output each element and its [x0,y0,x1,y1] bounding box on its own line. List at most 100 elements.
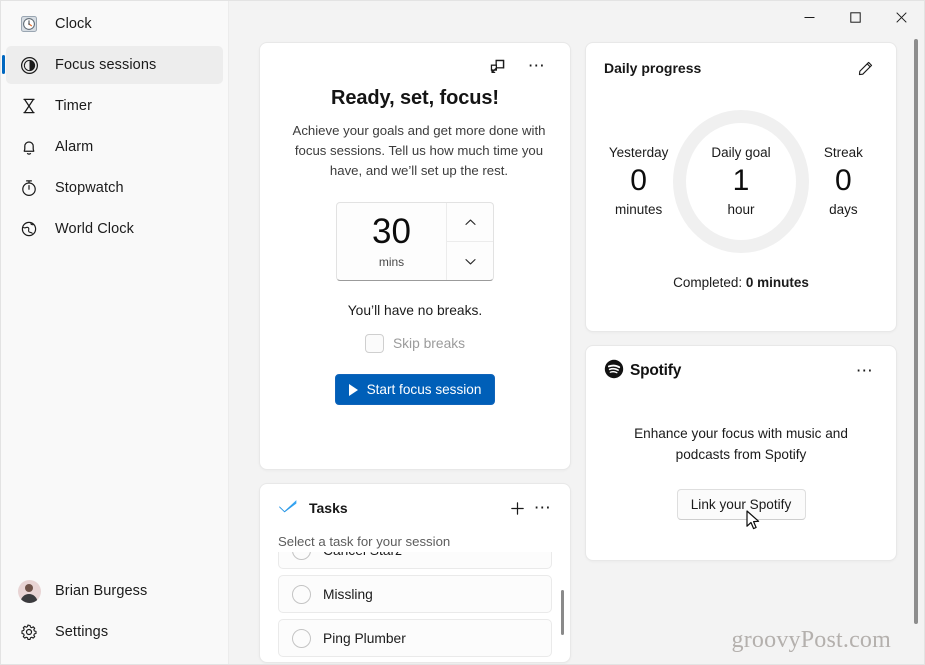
breaks-status-text: You’ll have no breaks. [347,303,483,318]
task-label: Missling [323,586,373,602]
list-item[interactable]: Cancel Starz [278,552,552,569]
sidebar-item-label: Clock [55,16,92,32]
sidebar-item-stopwatch[interactable]: Stopwatch [6,169,223,207]
daily-goal-label: Daily goal [711,145,771,160]
mini-view-icon[interactable] [484,53,510,79]
sidebar-item-focus-sessions[interactable]: Focus sessions [2,46,223,84]
list-item[interactable]: Missling [278,575,552,613]
progress-card-header: Daily progress [604,56,878,80]
sidebar-item-settings[interactable]: Settings [6,613,223,651]
account-name-label: Brian Burgess [55,583,148,599]
skip-breaks-row[interactable]: Skip breaks [280,334,550,353]
duration-stepper-buttons [446,203,493,280]
daily-goal-unit: hour [727,202,755,217]
window-controls [786,1,924,33]
progress-card-title: Daily progress [604,60,702,76]
task-label: Ping Plumber [323,630,406,646]
navigation-sidebar: Clock Focus sessions Timer Alarm Stopwat… [1,1,229,664]
hourglass-icon [18,95,40,117]
daily-goal-ring: Daily goal 1 hour [673,109,809,253]
sidebar-item-label: World Clock [55,221,134,237]
pencil-edit-icon[interactable] [852,55,878,81]
sidebar-nav-list: Clock Focus sessions Timer Alarm Stopwat… [1,5,228,251]
right-column: Daily progress Yesterday 0 minutes Daily… [585,42,897,561]
spotify-logo-icon [604,359,624,384]
list-item[interactable]: Ping Plumber [278,619,552,657]
sidebar-item-timer[interactable]: Timer [6,87,223,125]
duration-unit: mins [378,255,405,269]
tasks-card: Tasks ⋯ Select a task for your session M… [259,483,571,663]
yesterday-label: Yesterday [608,145,669,160]
close-button[interactable] [878,1,924,33]
watermark: groovyPost.com [731,627,891,653]
task-radio-icon[interactable] [292,552,311,560]
sidebar-item-label: Alarm [55,139,94,155]
chevron-down-icon[interactable] [447,242,493,280]
streak-label: Streak [823,145,863,160]
plus-icon[interactable] [504,495,530,521]
task-radio-icon[interactable] [292,628,311,648]
spotify-card-header: Spotify ⋯ [604,359,878,383]
focus-card-description: Achieve your goals and get more done wit… [292,123,546,178]
bell-icon [18,136,40,158]
yesterday-stat: Yesterday 0 minutes [604,145,673,217]
progress-stats-row: Yesterday 0 minutes Daily goal 1 hour St… [604,106,878,256]
tasks-list-scrollbar[interactable] [561,590,564,635]
tasks-subtitle: Select a task for your session [278,534,451,549]
tasks-list[interactable]: Cancel Starz Missling Ping Plumber [260,552,570,662]
streak-value: 0 [835,164,852,197]
more-options-icon[interactable]: ⋯ [852,358,878,384]
yesterday-unit: minutes [614,202,663,217]
chevron-up-icon[interactable] [447,203,493,242]
sidebar-item-label: Settings [55,624,109,640]
start-focus-session-button[interactable]: Start focus session [335,374,495,405]
tasks-card-title: Tasks [309,500,348,516]
sidebar-item-clock[interactable]: Clock [6,5,223,43]
more-options-icon[interactable]: ⋯ [530,495,556,521]
focus-sessions-icon [18,54,40,76]
spotify-description: Enhance your focus with music and podcas… [634,426,848,462]
task-radio-icon[interactable] [292,584,311,604]
daily-goal-value: 1 [732,164,750,197]
streak-stat: Streak 0 days [809,145,878,217]
more-options-icon[interactable]: ⋯ [524,53,550,79]
yesterday-value: 0 [630,164,647,197]
duration-value: 30 [372,212,411,251]
gear-icon [18,621,40,643]
skip-breaks-checkbox[interactable] [364,334,384,353]
spotify-wordmark: Spotify [630,362,682,379]
minimize-button[interactable] [786,1,832,33]
play-icon [348,383,358,396]
page-scrollbar[interactable] [914,39,918,624]
link-spotify-button[interactable]: Link your Spotify [676,489,806,520]
task-label: Cancel Starz [323,552,402,558]
duration-stepper[interactable]: 30 mins [336,202,494,281]
sidebar-item-account[interactable]: Brian Burgess [6,572,223,610]
spotify-brand: Spotify [604,359,681,384]
sidebar-item-label: Stopwatch [55,180,124,196]
maximize-button[interactable] [832,1,878,33]
daily-progress-card: Daily progress Yesterday 0 minutes Daily… [585,42,897,332]
todo-check-icon [278,498,298,519]
spotify-card: Spotify ⋯ Enhance your focus with music … [585,345,897,561]
focus-session-card: ⋯ Ready, set, focus! Achieve your goals … [259,42,571,470]
main-content-area: ⋯ Ready, set, focus! Achieve your goals … [229,1,924,664]
tasks-card-header: Tasks ⋯ [260,495,570,521]
sidebar-item-label: Timer [55,98,93,114]
skip-breaks-label: Skip breaks [392,336,466,351]
completed-value: 0 minutes [745,275,809,290]
focus-card-actions: ⋯ [280,53,550,79]
cards-grid: ⋯ Ready, set, focus! Achieve your goals … [259,42,897,663]
focus-card-title: Ready, set, focus! [331,87,499,109]
sidebar-item-alarm[interactable]: Alarm [6,128,223,166]
streak-unit: days [829,202,858,217]
left-column: ⋯ Ready, set, focus! Achieve your goals … [259,42,571,663]
completed-status: Completed: 0 minutes [604,275,878,290]
avatar [17,579,41,603]
sidebar-item-label: Focus sessions [55,57,157,73]
sidebar-item-world-clock[interactable]: World Clock [6,210,223,248]
clock-app-window: Clock Focus sessions Timer Alarm Stopwat… [0,0,925,665]
clock-app-icon [18,13,40,35]
start-button-label: Start focus session [366,382,482,397]
globe-icon [18,218,40,240]
